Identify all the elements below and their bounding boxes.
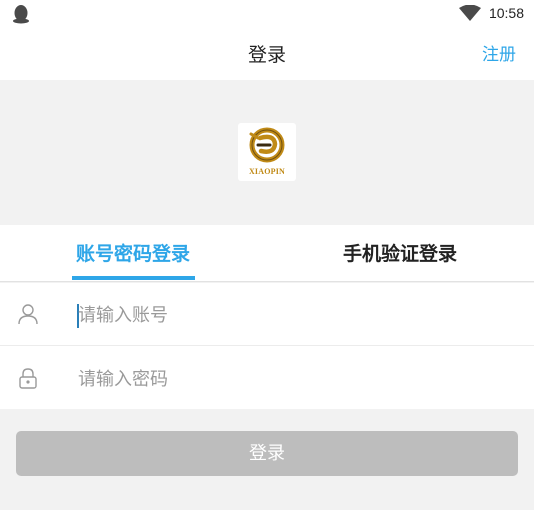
password-row	[0, 347, 534, 410]
wifi-icon	[458, 5, 481, 21]
qq-penguin-icon	[13, 5, 29, 24]
status-bar: 10:58	[0, 0, 534, 28]
tab-phone-verification[interactable]: 手机验证登录	[343, 239, 457, 266]
login-tabs: 账号密码登录 手机验证登录	[0, 225, 534, 282]
xiaopin-logo-icon	[249, 127, 285, 163]
app-logo: XIAOPIN	[238, 123, 296, 181]
login-button[interactable]: 登录	[16, 431, 518, 476]
active-tab-indicator	[72, 276, 195, 280]
password-input[interactable]	[78, 365, 498, 393]
account-row	[0, 283, 534, 346]
page-title: 登录	[247, 44, 286, 66]
logo-text: XIAOPIN	[248, 167, 286, 176]
register-link[interactable]: 注册	[482, 40, 516, 65]
title-bar: 登录 注册	[0, 28, 534, 80]
tab-account-password[interactable]: 账号密码登录	[76, 239, 190, 266]
login-form	[0, 283, 534, 409]
logo-area: XIAOPIN	[0, 80, 534, 225]
status-time: 10:58	[488, 5, 524, 21]
account-input[interactable]	[78, 301, 498, 329]
lock-icon	[19, 368, 37, 389]
user-icon	[18, 304, 38, 325]
